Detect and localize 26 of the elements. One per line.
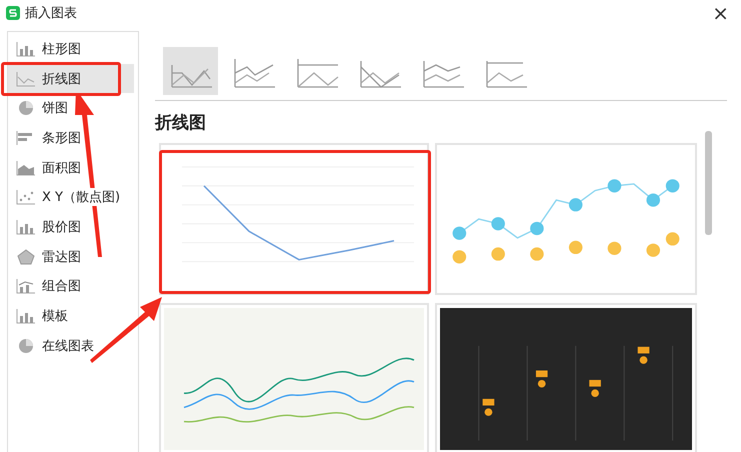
section-heading: 折线图	[155, 112, 207, 134]
sidebar-item[interactable]: X Y（散点图)	[8, 182, 134, 212]
chart-type-icon	[16, 278, 36, 294]
window-title: 插入图表	[25, 5, 78, 22]
chart-type-icon	[16, 218, 36, 235]
sidebar-item[interactable]: 组合图	[8, 272, 134, 302]
chart-type-icon	[16, 100, 36, 116]
sidebar-item[interactable]: 雷达图	[8, 242, 134, 272]
sidebar-item[interactable]: 股价图	[8, 212, 134, 242]
scrollbar-thumb[interactable]	[705, 131, 712, 235]
chart-type-icon	[16, 248, 36, 265]
line-chart-subtype-icon[interactable]	[163, 47, 218, 95]
sidebar-item[interactable]: 饼图	[8, 93, 134, 124]
close-button[interactable]: ×	[708, 3, 733, 23]
sidebar-item[interactable]: 条形图	[8, 123, 134, 153]
sidebar-item[interactable]: 面积图	[8, 152, 134, 182]
sidebar-item[interactable]: 柱形图	[8, 34, 134, 64]
chart-type-icon	[16, 160, 36, 176]
app-logo-icon	[6, 6, 20, 20]
chart-type-icon	[16, 189, 36, 206]
chart-type-icon	[16, 70, 36, 87]
chart-type-icon	[16, 338, 36, 354]
sidebar-item[interactable]: 在线图表	[8, 330, 134, 361]
sidebar-item[interactable]: 模板	[8, 301, 134, 331]
chart-type-icon	[16, 40, 36, 57]
chart-type-icon	[16, 308, 36, 324]
